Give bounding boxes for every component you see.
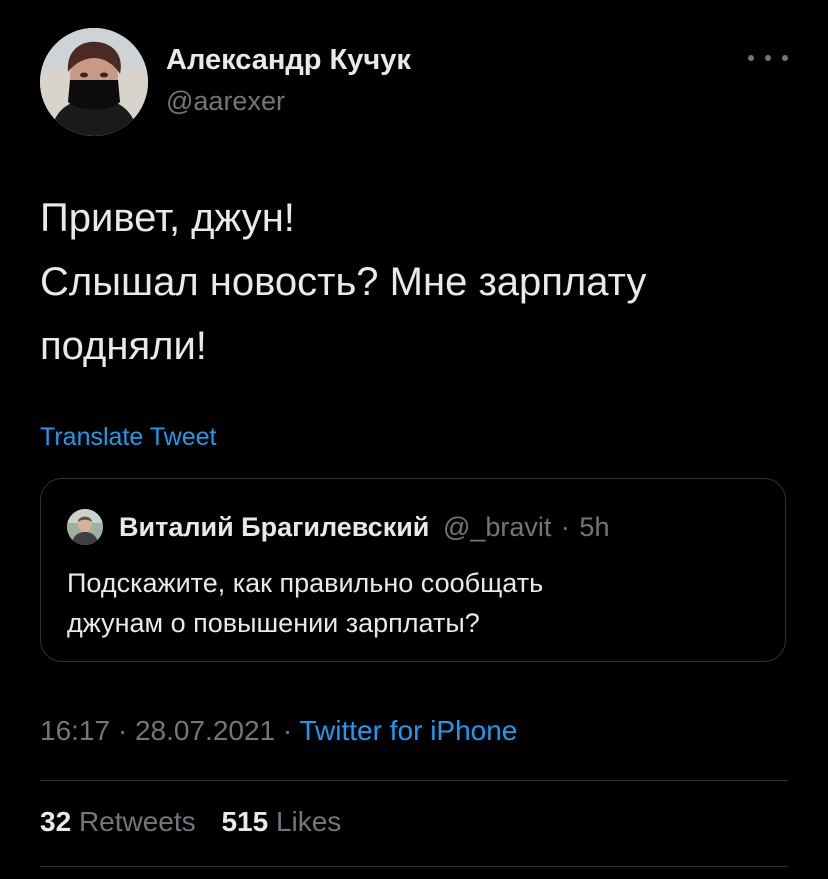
quoted-author-avatar[interactable] bbox=[67, 509, 103, 545]
quoted-tweet-text-line: джунам о повышении зарплаты? bbox=[67, 608, 480, 638]
tweet-text: Привет, джун! Слышал новость? Мне зарпла… bbox=[40, 186, 800, 378]
quoted-tweet-time[interactable]: 5h bbox=[579, 512, 609, 542]
author-avatar[interactable] bbox=[40, 28, 148, 136]
separator-dot: · bbox=[560, 512, 570, 542]
likes-count: 515 bbox=[221, 806, 269, 837]
more-options-button[interactable] bbox=[748, 46, 788, 70]
quoted-author-handle[interactable]: @_bravit bbox=[443, 512, 551, 542]
author-handle[interactable]: @aarexer bbox=[166, 86, 285, 117]
retweets-stat[interactable]: 32 Retweets bbox=[40, 806, 203, 837]
likes-label: Likes bbox=[275, 806, 342, 837]
tweet-time[interactable]: 16:17 bbox=[40, 715, 110, 746]
tweet-stats: 32 Retweets 515 Likes bbox=[40, 806, 359, 838]
tweet-text-line: Слышал новость? Мне зарплату bbox=[40, 260, 647, 304]
tweet-date[interactable]: 28.07.2021 bbox=[135, 715, 275, 746]
quoted-author-name[interactable]: Виталий Брагилевский bbox=[119, 512, 429, 542]
quoted-tweet-header: Виталий Брагилевский @_bravit · 5h bbox=[119, 509, 609, 545]
quoted-author-avatar-image bbox=[67, 509, 103, 545]
tweet-text-line: подняли! bbox=[40, 324, 207, 368]
tweet: Александр Кучук @aarexer Привет, джун! С… bbox=[0, 0, 828, 879]
retweets-label: Retweets bbox=[78, 806, 196, 837]
translate-tweet-link[interactable]: Translate Tweet bbox=[40, 423, 216, 452]
quoted-tweet-text-line: Подскажите, как правильно сообщать bbox=[67, 568, 544, 598]
author-avatar-image bbox=[40, 28, 148, 136]
separator-dot: · bbox=[282, 715, 293, 746]
divider bbox=[40, 780, 788, 781]
divider bbox=[40, 866, 788, 867]
more-horizontal-icon-dot-3 bbox=[782, 55, 788, 61]
more-horizontal-icon-dot-2 bbox=[765, 55, 771, 61]
quoted-tweet[interactable]: Виталий Брагилевский @_bravit · 5h Подск… bbox=[40, 478, 786, 662]
tweet-text-line: Привет, джун! bbox=[40, 196, 295, 240]
retweets-count: 32 bbox=[40, 806, 72, 837]
likes-stat[interactable]: 515 Likes bbox=[221, 806, 341, 837]
separator-dot: · bbox=[117, 715, 128, 746]
more-horizontal-icon-dot-1 bbox=[748, 55, 754, 61]
tweet-meta: 16:17 · 28.07.2021 · Twitter for iPhone bbox=[40, 715, 517, 747]
quoted-tweet-text: Подскажите, как правильно сообщать джуна… bbox=[67, 563, 767, 643]
tweet-source-link[interactable]: Twitter for iPhone bbox=[300, 715, 518, 746]
author-name[interactable]: Александр Кучук bbox=[166, 44, 411, 77]
